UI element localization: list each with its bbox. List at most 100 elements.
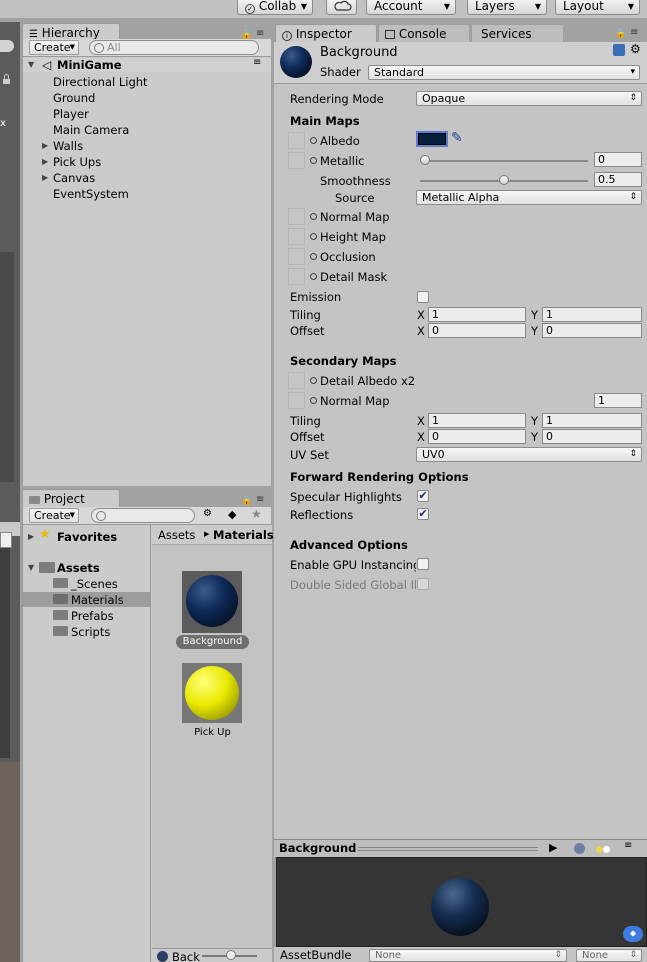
shader-dropdown[interactable]: Standard ▾ — [368, 65, 640, 80]
collab-button[interactable]: ✓ Collab ▼ — [237, 0, 313, 15]
menu-icon[interactable]: ≡ — [256, 28, 264, 39]
filter-type-icon[interactable]: ⚙ — [203, 508, 212, 519]
normal-map-slot[interactable] — [288, 208, 305, 225]
secondary-tiling-x-field[interactable]: 1 — [428, 413, 526, 428]
account-button[interactable]: Account ▼ — [366, 0, 456, 15]
asset-bundle-dropdown[interactable]: None ⇕ — [369, 949, 567, 962]
sphere-mesh-icon[interactable] — [574, 843, 585, 854]
tab-project[interactable]: Project — [22, 489, 120, 509]
detail-albedo-slot[interactable] — [288, 372, 305, 389]
metallic-value-field[interactable]: 0 — [594, 152, 642, 167]
smoothness-slider-knob[interactable] — [499, 175, 509, 185]
favorites-label[interactable]: Favorites — [57, 530, 117, 544]
metallic-slider-knob[interactable] — [420, 155, 430, 165]
rendering-mode-dropdown[interactable]: Opaque ⇕ — [416, 91, 642, 106]
hierarchy-item[interactable]: Player — [53, 107, 89, 121]
source-dropdown[interactable]: Metallic Alpha ⇕ — [416, 190, 642, 205]
object-picker-icon[interactable] — [310, 253, 317, 260]
material-thumb-background[interactable] — [182, 571, 242, 633]
assets-folder-label[interactable]: Assets — [57, 561, 100, 575]
lock-icon[interactable]: 🔒 — [241, 496, 252, 506]
expand-arrow-icon[interactable]: ▼ — [28, 60, 34, 69]
metallic-slider-track[interactable] — [420, 160, 588, 162]
layout-button[interactable]: Layout ▼ — [555, 0, 640, 15]
collapse-arrow-icon[interactable]: ▶ — [42, 173, 48, 182]
hierarchy-item[interactable]: Pick Ups — [53, 155, 101, 169]
tiling-x-field[interactable]: 1 — [428, 307, 526, 322]
preview-drag-handle[interactable] — [358, 847, 538, 851]
breadcrumb-current[interactable]: Materials — [213, 528, 274, 542]
label-tag-icon[interactable]: ◆ — [228, 508, 236, 521]
hierarchy-item[interactable]: Directional Light — [53, 75, 148, 89]
gpu-instancing-checkbox[interactable] — [417, 558, 429, 570]
offset-y-field[interactable]: 0 — [542, 323, 642, 338]
menu-icon[interactable]: ≡ — [624, 840, 632, 851]
secondary-tiling-y-field[interactable]: 1 — [542, 413, 642, 428]
hierarchy-search-input[interactable]: All — [89, 40, 259, 55]
secondary-offset-x-field[interactable]: 0 — [428, 429, 526, 444]
object-picker-icon[interactable] — [310, 137, 317, 144]
hierarchy-item[interactable]: Ground — [53, 91, 95, 105]
reflections-checkbox[interactable]: ✔ — [417, 508, 429, 520]
hierarchy-item[interactable]: EventSystem — [53, 187, 129, 201]
height-map-slot[interactable] — [288, 228, 305, 245]
object-picker-icon[interactable] — [310, 397, 317, 404]
scene-row[interactable]: ▼ ◁ MiniGame ≡ — [23, 57, 271, 72]
secondary-normal-map-slot[interactable] — [288, 392, 305, 409]
smoothness-value-field[interactable]: 0.5 — [594, 172, 642, 187]
hierarchy-item[interactable]: Walls — [53, 139, 83, 153]
folder-item[interactable]: Prefabs — [71, 609, 114, 623]
folder-item[interactable]: Scripts — [71, 625, 110, 639]
layers-button[interactable]: Layers ▼ — [467, 0, 547, 15]
label-tag-icon[interactable]: ⬥ — [623, 926, 643, 942]
material-thumb-pickup[interactable] — [182, 663, 242, 723]
object-picker-icon[interactable] — [310, 213, 317, 220]
material-preview-viewport[interactable]: ⬥ — [276, 857, 647, 947]
secondary-offset-y-field[interactable]: 0 — [542, 429, 642, 444]
object-picker-icon[interactable] — [310, 233, 317, 240]
hierarchy-item[interactable]: Canvas — [53, 171, 95, 185]
specular-highlights-checkbox[interactable]: ✔ — [417, 490, 429, 502]
zoom-slider-knob[interactable] — [226, 950, 236, 960]
folder-item[interactable]: _Scenes — [71, 577, 118, 591]
object-picker-icon[interactable] — [310, 273, 317, 280]
tab-inspector[interactable]: i Inspector — [275, 24, 377, 44]
object-picker-icon[interactable] — [310, 157, 317, 164]
albedo-color-swatch[interactable] — [416, 131, 448, 147]
play-icon[interactable]: ▶ — [549, 841, 557, 854]
uv-set-dropdown[interactable]: UV0 ⇕ — [416, 447, 642, 462]
object-picker-icon[interactable] — [310, 377, 317, 384]
gear-icon[interactable]: ⚙ — [630, 42, 641, 56]
metallic-texture-slot[interactable] — [288, 152, 305, 169]
emission-checkbox[interactable] — [417, 291, 429, 303]
collapse-arrow-icon[interactable]: ▶ — [42, 141, 48, 150]
tab-console[interactable]: Console — [378, 24, 470, 44]
create-button[interactable]: Create ▼ — [29, 508, 79, 523]
expand-arrow-icon[interactable]: ▼ — [28, 563, 34, 572]
folder-item-selected[interactable]: Materials — [23, 592, 150, 607]
help-book-icon[interactable] — [613, 44, 625, 56]
favorite-star-icon[interactable]: ★ — [251, 507, 262, 521]
asset-label-selected[interactable]: Background — [176, 635, 249, 649]
menu-icon[interactable]: ≡ — [256, 494, 264, 505]
breadcrumb-root[interactable]: Assets — [158, 528, 195, 542]
lock-icon[interactable]: 🔒 — [615, 29, 626, 39]
tiling-y-field[interactable]: 1 — [542, 307, 642, 322]
eyedropper-icon[interactable]: ✎ — [451, 130, 463, 146]
hierarchy-item[interactable]: Main Camera — [53, 123, 129, 137]
tab-services[interactable]: Services — [471, 24, 564, 44]
close-icon[interactable]: x — [0, 118, 10, 132]
menu-icon[interactable]: ≡ — [630, 27, 638, 38]
collapse-arrow-icon[interactable]: ▶ — [28, 532, 34, 541]
light-toggle-icon[interactable] — [596, 843, 610, 853]
cloud-button[interactable] — [326, 0, 357, 15]
detail-mask-slot[interactable] — [288, 268, 305, 285]
create-button[interactable]: Create ▼ — [29, 40, 79, 55]
project-search-input[interactable] — [91, 508, 195, 523]
offset-x-field[interactable]: 0 — [428, 323, 526, 338]
albedo-texture-slot[interactable] — [288, 132, 305, 149]
scene-dropdown[interactable] — [0, 532, 12, 548]
secondary-normal-scale-field[interactable]: 1 — [594, 393, 642, 408]
collapse-arrow-icon[interactable]: ▶ — [42, 157, 48, 166]
occlusion-slot[interactable] — [288, 248, 305, 265]
